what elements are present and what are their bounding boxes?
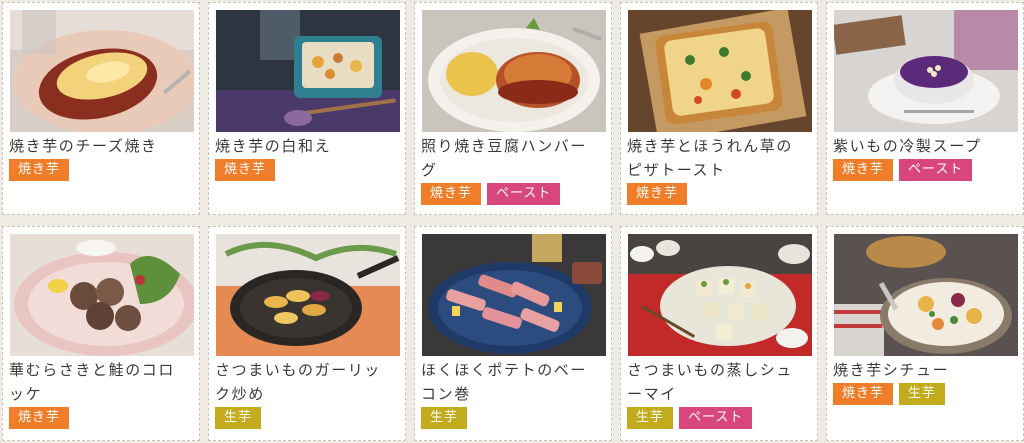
recipe-tags: 生芋 ペースト [627,407,753,429]
tag-paste[interactable]: ペースト [487,183,561,205]
recipe-card-sweet-potato-garlic-stir-fry[interactable]: さつまいものガーリッ ク炒め 生芋 [208,226,406,441]
tag-nama-imo[interactable]: 生芋 [421,407,468,429]
recipe-photo-hanamurasaki-salmon-croquette[interactable] [10,234,194,356]
recipe-card-purple-sweet-potato-cold-soup[interactable]: 紫いもの冷製スープ 焼き芋 ペースト [826,2,1024,215]
recipe-photo-purple-sweet-potato-cold-soup[interactable] [834,10,1018,132]
recipe-photo-potato-bacon-roll[interactable] [422,234,606,356]
recipe-tags: 焼き芋 [9,159,70,181]
tag-yaki-imo[interactable]: 焼き芋 [833,159,894,181]
recipe-title[interactable]: 焼き芋の白和え [215,134,401,158]
recipe-card-sweet-potato-shiraae[interactable]: 焼き芋の白和え 焼き芋 [208,2,406,215]
recipe-tags: 焼き芋 ペースト [833,159,973,181]
recipe-tags: 焼き芋 [215,159,276,181]
recipe-title[interactable]: さつまいものガーリッ ク炒め [215,358,401,406]
recipe-title[interactable]: 焼き芋シチュー [833,358,1019,382]
recipe-photo-sweet-potato-shiraae[interactable] [216,10,400,132]
recipe-title[interactable]: ほくほくポテトのベー コン巻 [421,358,607,406]
recipe-photo-sweet-potato-garlic-stir-fry[interactable] [216,234,400,356]
recipe-card-potato-bacon-roll[interactable]: ほくほくポテトのベー コン巻 生芋 [414,226,612,441]
tag-yaki-imo[interactable]: 焼き芋 [421,183,482,205]
recipe-title[interactable]: 華むらさきと鮭のコロ ッケ [9,358,195,406]
recipe-title[interactable]: 紫いもの冷製スープ [833,134,1019,158]
tag-nama-imo[interactable]: 生芋 [215,407,262,429]
recipe-photo-sweet-potato-steamed-shumai[interactable] [628,234,812,356]
recipe-title[interactable]: さつまいもの蒸しシュ ーマイ [627,358,813,406]
tag-yaki-imo[interactable]: 焼き芋 [627,183,688,205]
recipe-tags: 焼き芋 [627,183,688,205]
recipe-tags: 焼き芋 生芋 [833,383,946,405]
tag-paste[interactable]: ペースト [679,407,753,429]
recipe-tags: 焼き芋 ペースト [421,183,561,205]
recipe-tags: 焼き芋 [9,407,70,429]
recipe-title[interactable]: 照り焼き豆腐ハンバー グ [421,134,607,182]
recipe-card-hanamurasaki-salmon-croquette[interactable]: 華むらさきと鮭のコロ ッケ 焼き芋 [2,226,200,441]
tag-nama-imo[interactable]: 生芋 [899,383,946,405]
recipe-card-teriyaki-tofu-hamburg[interactable]: 照り焼き豆腐ハンバー グ 焼き芋 ペースト [414,2,612,215]
recipe-tags: 生芋 [421,407,468,429]
tag-yaki-imo[interactable]: 焼き芋 [9,159,70,181]
tag-yaki-imo[interactable]: 焼き芋 [833,383,894,405]
recipe-title[interactable]: 焼き芋のチーズ焼き [9,134,195,158]
recipe-card-sweet-potato-spinach-pizza-toast[interactable]: 焼き芋とほうれん草の ピザトースト 焼き芋 [620,2,818,215]
tag-nama-imo[interactable]: 生芋 [627,407,674,429]
recipe-card-sweet-potato-cheese-bake[interactable]: 焼き芋のチーズ焼き 焼き芋 [2,2,200,215]
tag-yaki-imo[interactable]: 焼き芋 [215,159,276,181]
recipe-card-sweet-potato-steamed-shumai[interactable]: さつまいもの蒸しシュ ーマイ 生芋 ペースト [620,226,818,441]
tag-yaki-imo[interactable]: 焼き芋 [9,407,70,429]
recipe-photo-teriyaki-tofu-hamburg[interactable] [422,10,606,132]
recipe-grid: 焼き芋のチーズ焼き 焼き芋 焼き芋の白和え 焼き芋 照り焼き豆腐ハンバー グ 焼… [0,0,1024,443]
tag-paste[interactable]: ペースト [899,159,973,181]
recipe-tags: 生芋 [215,407,262,429]
recipe-title[interactable]: 焼き芋とほうれん草の ピザトースト [627,134,813,182]
recipe-photo-sweet-potato-stew[interactable] [834,234,1018,356]
recipe-card-sweet-potato-stew[interactable]: 焼き芋シチュー 焼き芋 生芋 [826,226,1024,441]
recipe-photo-sweet-potato-spinach-pizza-toast[interactable] [628,10,812,132]
recipe-photo-sweet-potato-cheese-bake[interactable] [10,10,194,132]
